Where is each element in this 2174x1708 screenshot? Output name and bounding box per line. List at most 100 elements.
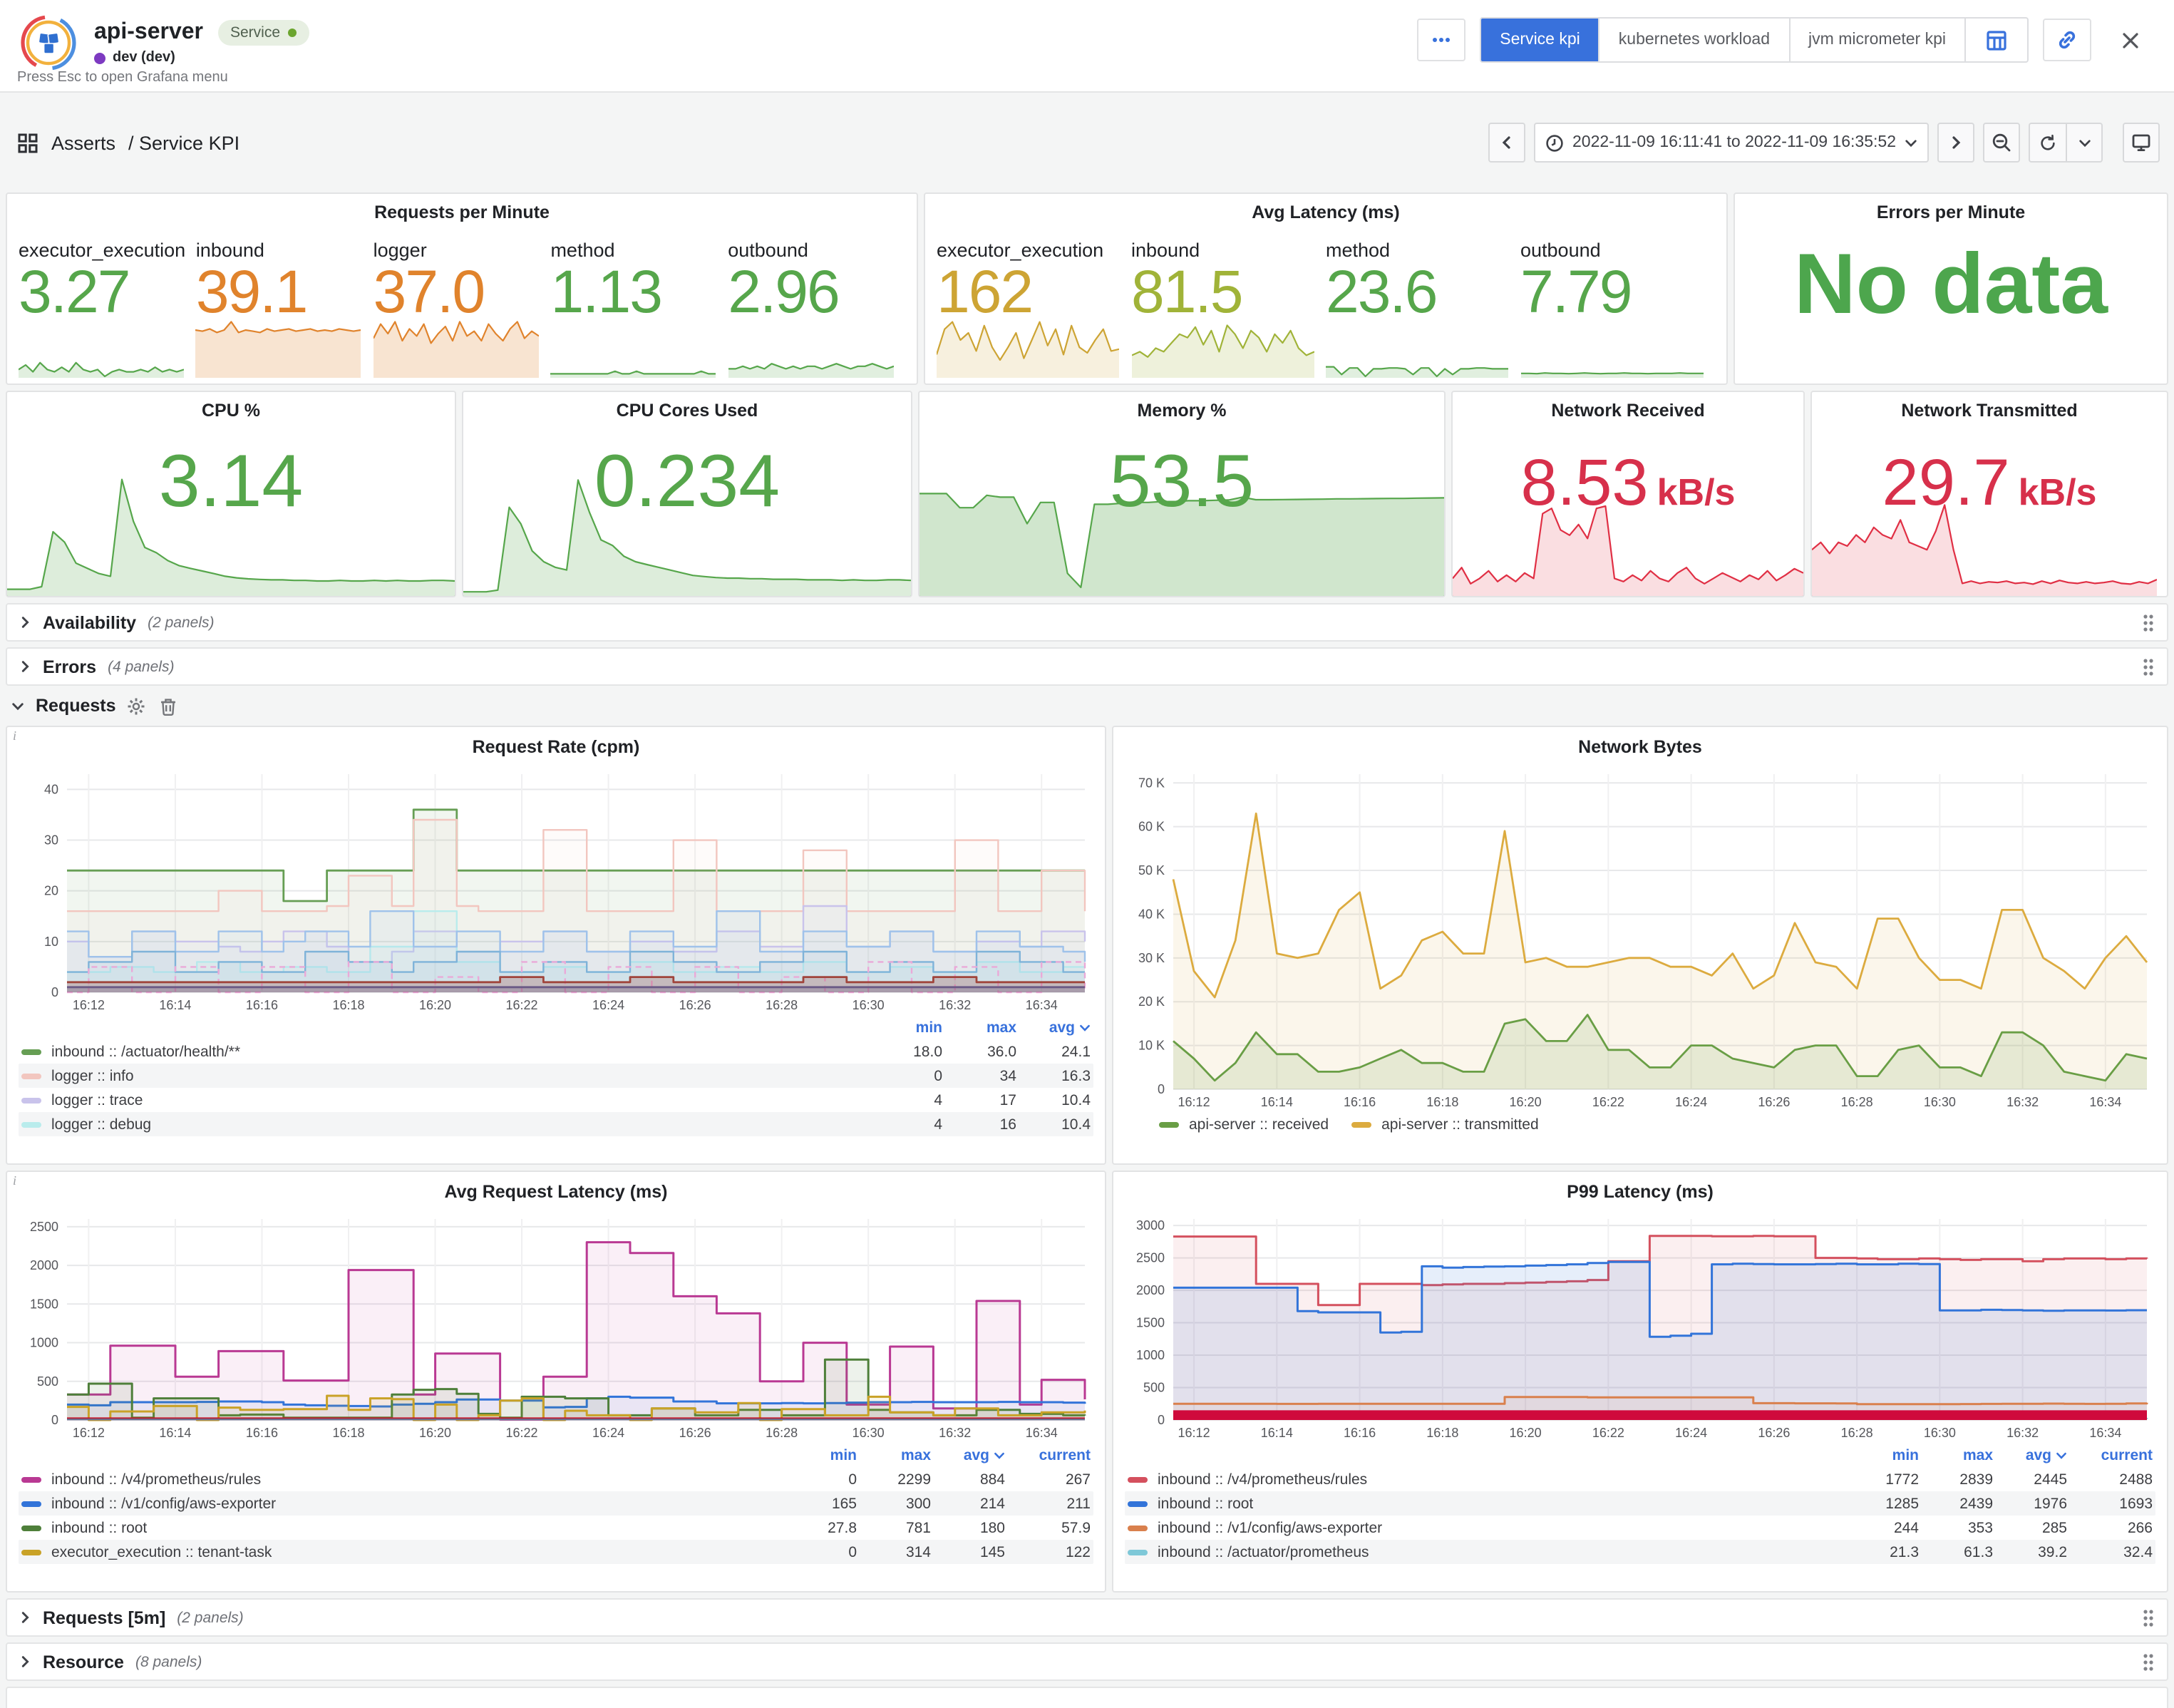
row-resource[interactable]: Resource (8 panels)	[6, 1642, 2168, 1681]
tab-jvm-micrometer-kpi[interactable]: jvm micrometer kpi	[1790, 19, 1966, 61]
svg-text:500: 500	[37, 1374, 58, 1389]
magnifier-minus-icon	[1992, 133, 2011, 153]
dashboard-toolbar: Asserts / Service KPI 2022-11-09 16:11:4…	[0, 93, 2174, 192]
chevron-right-icon	[1949, 135, 1963, 150]
panel-title[interactable]: Network Transmitted	[1812, 392, 2167, 421]
series-swatch[interactable]	[21, 1476, 41, 1482]
panel-title[interactable]: CPU %	[7, 392, 455, 421]
breadcrumb-root[interactable]: Asserts	[51, 132, 115, 153]
zoom-out-button[interactable]	[1983, 123, 2020, 163]
trash-icon[interactable]	[160, 696, 177, 715]
series-swatch[interactable]	[21, 1501, 41, 1506]
stat-value: 53.5	[919, 439, 1444, 525]
panel-title[interactable]: P99 Latency (ms)	[1125, 1172, 2155, 1208]
service-status-dot	[287, 29, 296, 37]
series-swatch[interactable]	[21, 1073, 41, 1079]
dashboard-body: Requests per Minute executor_execution 3…	[0, 192, 2174, 1708]
series-swatch[interactable]	[1128, 1549, 1148, 1555]
refresh-interval-dropdown[interactable]	[2066, 123, 2103, 163]
svg-text:70 K: 70 K	[1138, 776, 1165, 790]
chevron-right-icon	[19, 1611, 31, 1624]
legend-sort-max[interactable]: max	[857, 1447, 931, 1464]
svg-text:10: 10	[44, 935, 58, 949]
svg-text:0: 0	[51, 1413, 58, 1427]
panel-title[interactable]: Memory %	[919, 392, 1444, 421]
apps-grid-icon[interactable]	[17, 132, 38, 153]
legend-sort-current[interactable]: current	[2067, 1447, 2153, 1464]
series-swatch[interactable]	[1128, 1476, 1148, 1482]
svg-text:16:34: 16:34	[2089, 1426, 2121, 1440]
tab-service-kpi[interactable]: Service kpi	[1481, 19, 1600, 61]
stat-method: method 23.6	[1326, 228, 1520, 378]
svg-text:0: 0	[1158, 1413, 1165, 1427]
stat-method: method 1.13	[550, 228, 728, 378]
dashboard-list-button[interactable]	[1966, 19, 2027, 61]
row-availability[interactable]: Availability (2 panels)	[6, 603, 2168, 642]
legend-sort-avg[interactable]: avg	[1016, 1019, 1091, 1036]
sparkline	[1520, 329, 1703, 378]
drag-handle-icon[interactable]	[2141, 612, 2155, 632]
legend-row: inbound :: root 27.8 781 180 57.9	[19, 1516, 1093, 1540]
panel-title[interactable]: Errors per Minute	[1735, 194, 2167, 222]
legend-sort-current[interactable]: current	[1005, 1447, 1091, 1464]
sort-chevron-icon	[2056, 1450, 2067, 1461]
legend-item[interactable]: api-server :: received	[1159, 1116, 1329, 1133]
sparkline	[196, 318, 361, 378]
svg-text:16:26: 16:26	[1758, 1095, 1790, 1109]
sort-chevron-icon	[994, 1450, 1005, 1461]
series-swatch[interactable]	[21, 1525, 41, 1530]
info-icon[interactable]: i	[13, 1173, 16, 1188]
panel-title[interactable]: Network Bytes	[1125, 727, 2155, 763]
panel-title[interactable]: Requests per Minute	[7, 194, 917, 222]
series-swatch[interactable]	[1128, 1501, 1148, 1506]
svg-text:16:20: 16:20	[1510, 1095, 1542, 1109]
panel-title[interactable]: Request Rate (cpm)	[19, 727, 1093, 763]
more-options-button[interactable]	[1417, 19, 1465, 61]
legend-item[interactable]: api-server :: transmitted	[1351, 1116, 1539, 1133]
series-swatch[interactable]	[21, 1049, 41, 1054]
time-shift-forward-button[interactable]	[1937, 123, 1974, 163]
legend-sort-avg[interactable]: avg	[931, 1447, 1005, 1464]
svg-text:16:12: 16:12	[73, 998, 105, 1012]
p99-latency-chart[interactable]: 05001000150020002500300016:1216:1416:161…	[1125, 1208, 2155, 1441]
network-bytes-chart[interactable]: 010 K20 K30 K40 K50 K60 K70 K16:1216:141…	[1125, 763, 2155, 1111]
refresh-button[interactable]	[2029, 123, 2066, 163]
gear-icon[interactable]	[128, 696, 146, 715]
svg-text:16:30: 16:30	[1924, 1426, 1956, 1440]
legend-sort-max[interactable]: max	[942, 1019, 1016, 1036]
info-icon[interactable]: i	[13, 729, 16, 743]
avg-request-latency-chart[interactable]: 0500100015002000250016:1216:1416:1616:18…	[19, 1208, 1093, 1441]
series-swatch[interactable]	[21, 1097, 41, 1103]
monitor-icon	[2131, 133, 2151, 153]
row-requests-5m[interactable]: Requests [5m] (2 panels)	[6, 1598, 2168, 1637]
close-button[interactable]	[2106, 19, 2154, 61]
drag-handle-icon[interactable]	[2141, 657, 2155, 676]
drag-handle-icon[interactable]	[2141, 1607, 2155, 1627]
legend-sort-min[interactable]: min	[868, 1019, 942, 1036]
series-swatch[interactable]	[21, 1549, 41, 1555]
row-errors[interactable]: Errors (4 panels)	[6, 647, 2168, 686]
row-requests[interactable]: Requests	[6, 691, 2168, 720]
panel-title[interactable]: Avg Request Latency (ms)	[19, 1172, 1093, 1208]
panel-title[interactable]: CPU Cores Used	[463, 392, 911, 421]
series-swatch[interactable]	[21, 1121, 41, 1127]
refresh-control	[2029, 123, 2103, 163]
time-shift-back-button[interactable]	[1488, 123, 1525, 163]
legend-sort-avg[interactable]: avg	[1993, 1447, 2067, 1464]
request-rate-chart[interactable]: 01020304016:1216:1416:1616:1816:2016:221…	[19, 763, 1093, 1014]
service-type-badge[interactable]: Service	[217, 20, 309, 46]
series-swatch[interactable]	[1128, 1525, 1148, 1530]
panel-title[interactable]: Avg Latency (ms)	[925, 194, 1726, 222]
svg-text:3000: 3000	[1136, 1218, 1165, 1233]
drag-handle-icon[interactable]	[2141, 1652, 2155, 1672]
legend-sort-min[interactable]: min	[1845, 1447, 1919, 1464]
share-link-button[interactable]	[2043, 19, 2091, 61]
legend-sort-min[interactable]: min	[783, 1447, 857, 1464]
svg-text:16:34: 16:34	[2089, 1095, 2121, 1109]
legend-sort-max[interactable]: max	[1919, 1447, 1993, 1464]
panel-title[interactable]: Network Received	[1453, 392, 1803, 421]
kiosk-mode-button[interactable]	[2123, 123, 2160, 163]
tab-kubernetes-workload[interactable]: kubernetes workload	[1600, 19, 1790, 61]
stat-executor-execution: executor_execution 3.27	[19, 228, 196, 378]
time-range-picker[interactable]: 2022-11-09 16:11:41 to 2022-11-09 16:35:…	[1534, 123, 1929, 163]
